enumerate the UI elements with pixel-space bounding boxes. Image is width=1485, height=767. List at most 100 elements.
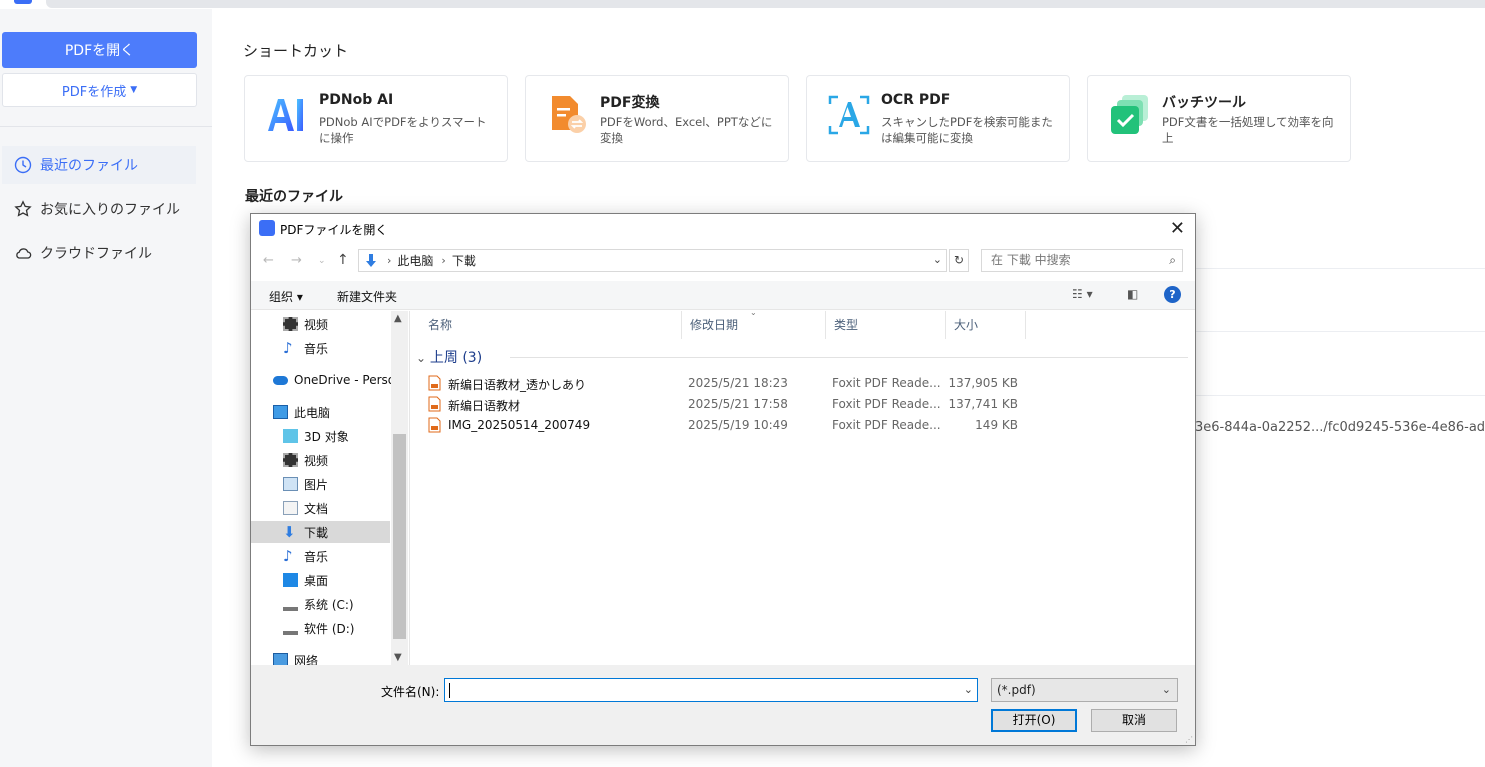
- file-type: Foxit PDF Reade...: [832, 376, 941, 390]
- file-type-filter[interactable]: (*.pdf) ⌄: [991, 678, 1178, 702]
- filename-label: 文件名(N):: [381, 685, 440, 699]
- tree-item-videos[interactable]: 视频: [283, 313, 328, 335]
- tree-label: OneDrive - Perso: [294, 373, 396, 387]
- card-pdnob-ai[interactable]: PDNob AI PDNob AIでPDFをよりスマートに操作: [244, 75, 508, 162]
- file-type: Foxit PDF Reade...: [832, 418, 941, 432]
- tree-label: 软件 (D:): [304, 621, 355, 636]
- group-header[interactable]: ⌄ 上周 (3): [416, 347, 482, 367]
- tree-scrollbar[interactable]: ▲ ▼: [391, 311, 408, 665]
- caret-down-icon: ▼: [130, 85, 138, 95]
- tree-item-drive-c[interactable]: 系统 (C:): [283, 593, 354, 615]
- card-batch-tool[interactable]: バッチツール PDF文書を一括処理して効率を向上: [1087, 75, 1351, 162]
- column-header-size[interactable]: 大小: [946, 311, 1026, 339]
- recent-locations-icon[interactable]: ⌄: [318, 256, 326, 266]
- scrollbar-thumb[interactable]: [393, 434, 406, 639]
- tree-item-downloads[interactable]: ⬇ 下載: [251, 521, 390, 543]
- card-desc: PDFをWord、Excel、PPTなどに変換: [600, 115, 773, 145]
- scroll-down-icon[interactable]: ▼: [394, 652, 402, 663]
- sidebar-item-label: 最近のファイル: [40, 158, 138, 174]
- tree-label: 系统 (C:): [304, 597, 354, 612]
- new-folder-button[interactable]: 新建文件夹: [337, 288, 397, 305]
- resize-grip-icon[interactable]: ⋰: [1185, 735, 1193, 744]
- tree-item-music[interactable]: ♪ 音乐: [283, 337, 328, 359]
- group-label: 上周 (3): [429, 350, 483, 366]
- create-pdf-button[interactable]: PDFを作成 ▼: [2, 73, 197, 107]
- app-logo-icon: [14, 0, 32, 4]
- create-pdf-label: PDFを作成: [61, 84, 127, 100]
- preview-pane-icon[interactable]: ◧: [1127, 287, 1138, 301]
- file-row[interactable]: 新编日语教材 2025/5/21 17:58 Foxit PDF Reade..…: [426, 394, 1046, 414]
- tree-item-pictures[interactable]: 图片: [283, 473, 328, 495]
- tree-label: 视频: [304, 453, 329, 468]
- breadcrumb-downloads[interactable]: 下載: [452, 252, 476, 269]
- breadcrumb-this-pc[interactable]: 此电脑: [397, 252, 433, 269]
- tree-item-3d-objects[interactable]: 3D 对象: [283, 425, 349, 447]
- up-arrow-icon[interactable]: ↑: [337, 252, 349, 268]
- drive-icon: [283, 621, 298, 635]
- sidebar-divider: [0, 126, 212, 127]
- forward-arrow-icon[interactable]: →: [291, 253, 302, 268]
- top-strip: [0, 0, 1485, 9]
- cube-icon: [283, 429, 298, 443]
- tree-item-desktop[interactable]: 桌面: [283, 569, 328, 591]
- file-row[interactable]: 新编日语教材_透かしあり 2025/5/21 18:23 Foxit PDF R…: [426, 373, 1046, 393]
- column-header-name[interactable]: 名称: [420, 311, 682, 339]
- pdf-file-icon: [428, 375, 441, 391]
- batch-icon: [1111, 95, 1148, 134]
- sidebar-item-recent[interactable]: 最近のファイル: [2, 146, 196, 184]
- card-ocr-pdf[interactable]: OCR PDF スキャンしたPDFを検索可能または編集可能に変換: [806, 75, 1070, 162]
- computer-icon: [273, 405, 288, 419]
- dialog-toolbar: 组织 ▾ 新建文件夹 ☷ ▾ ◧ ?: [251, 281, 1195, 310]
- network-icon: [273, 653, 288, 665]
- recent-files-title: 最近のファイル: [245, 189, 343, 205]
- column-header-type[interactable]: 类型: [826, 311, 946, 339]
- file-size: 137,905 KB: [948, 376, 1018, 390]
- tree-item-network[interactable]: 网络: [273, 649, 318, 665]
- picture-icon: [283, 477, 298, 491]
- file-size: 137,741 KB: [948, 397, 1018, 411]
- cancel-button[interactable]: 取消: [1091, 709, 1177, 732]
- back-arrow-icon[interactable]: ←: [263, 253, 274, 268]
- address-bar[interactable]: › 此电脑 › 下載 ⌄: [358, 249, 947, 272]
- search-input[interactable]: 在 下載 中搜索 ⌕: [981, 249, 1183, 272]
- organize-button[interactable]: 组织 ▾: [269, 288, 303, 305]
- tree-item-this-pc[interactable]: 此电脑: [273, 401, 330, 423]
- help-icon[interactable]: ?: [1164, 286, 1181, 303]
- file-name: 新编日语教材_透かしあり: [448, 378, 587, 392]
- card-title: PDNob AI: [319, 92, 394, 108]
- tree-item-onedrive[interactable]: OneDrive - Perso: [273, 369, 395, 391]
- card-title: PDF変換: [600, 95, 660, 111]
- open-button[interactable]: 打开(O): [991, 709, 1077, 732]
- sidebar-item-label: クラウドファイル: [40, 246, 152, 262]
- pdf-file-icon: [428, 417, 441, 433]
- file-row[interactable]: IMG_20250514_200749 2025/5/19 10:49 Foxi…: [426, 415, 1046, 435]
- tree-item-drive-d[interactable]: 软件 (D:): [283, 617, 354, 639]
- sidebar-item-cloud[interactable]: クラウドファイル: [2, 234, 196, 272]
- view-options-icon[interactable]: ☷ ▾: [1072, 287, 1093, 301]
- chevron-down-icon[interactable]: ⌄: [933, 253, 942, 266]
- row-divider: [1195, 268, 1485, 269]
- app-icon: [259, 220, 275, 236]
- tab-bar: [46, 0, 1485, 8]
- download-folder-icon: [366, 253, 376, 267]
- scroll-up-icon[interactable]: ▲: [394, 313, 402, 324]
- filename-input[interactable]: ⌄: [444, 678, 978, 702]
- open-pdf-button[interactable]: PDFを開く: [2, 32, 197, 68]
- chevron-down-icon[interactable]: ⌄: [964, 683, 973, 696]
- text-cursor: [449, 683, 450, 698]
- tree-item-music-2[interactable]: ♪ 音乐: [283, 545, 328, 567]
- tree-label: 音乐: [304, 549, 329, 564]
- sidebar-item-favorites[interactable]: お気に入りのファイル: [2, 190, 196, 228]
- cloud-icon: [16, 248, 32, 259]
- organize-label: 组织: [269, 290, 294, 304]
- tree-item-documents[interactable]: 文档: [283, 497, 328, 519]
- refresh-icon[interactable]: ↻: [949, 249, 969, 272]
- download-icon: ⬇: [283, 523, 296, 541]
- card-desc: PDF文書を一括処理して効率を向上: [1162, 115, 1334, 145]
- music-icon: ♪: [283, 547, 293, 565]
- card-pdf-convert[interactable]: PDF変換 PDFをWord、Excel、PPTなどに変換: [525, 75, 789, 162]
- open-file-dialog: PDFファイルを開く ✕ ← → ⌄ ↑ › 此电脑 › 下載 ⌄ ↻ 在 下載…: [250, 213, 1196, 746]
- close-icon[interactable]: ✕: [1170, 218, 1185, 239]
- file-date: 2025/5/21 17:58: [688, 397, 788, 411]
- tree-item-videos-2[interactable]: 视频: [283, 449, 328, 471]
